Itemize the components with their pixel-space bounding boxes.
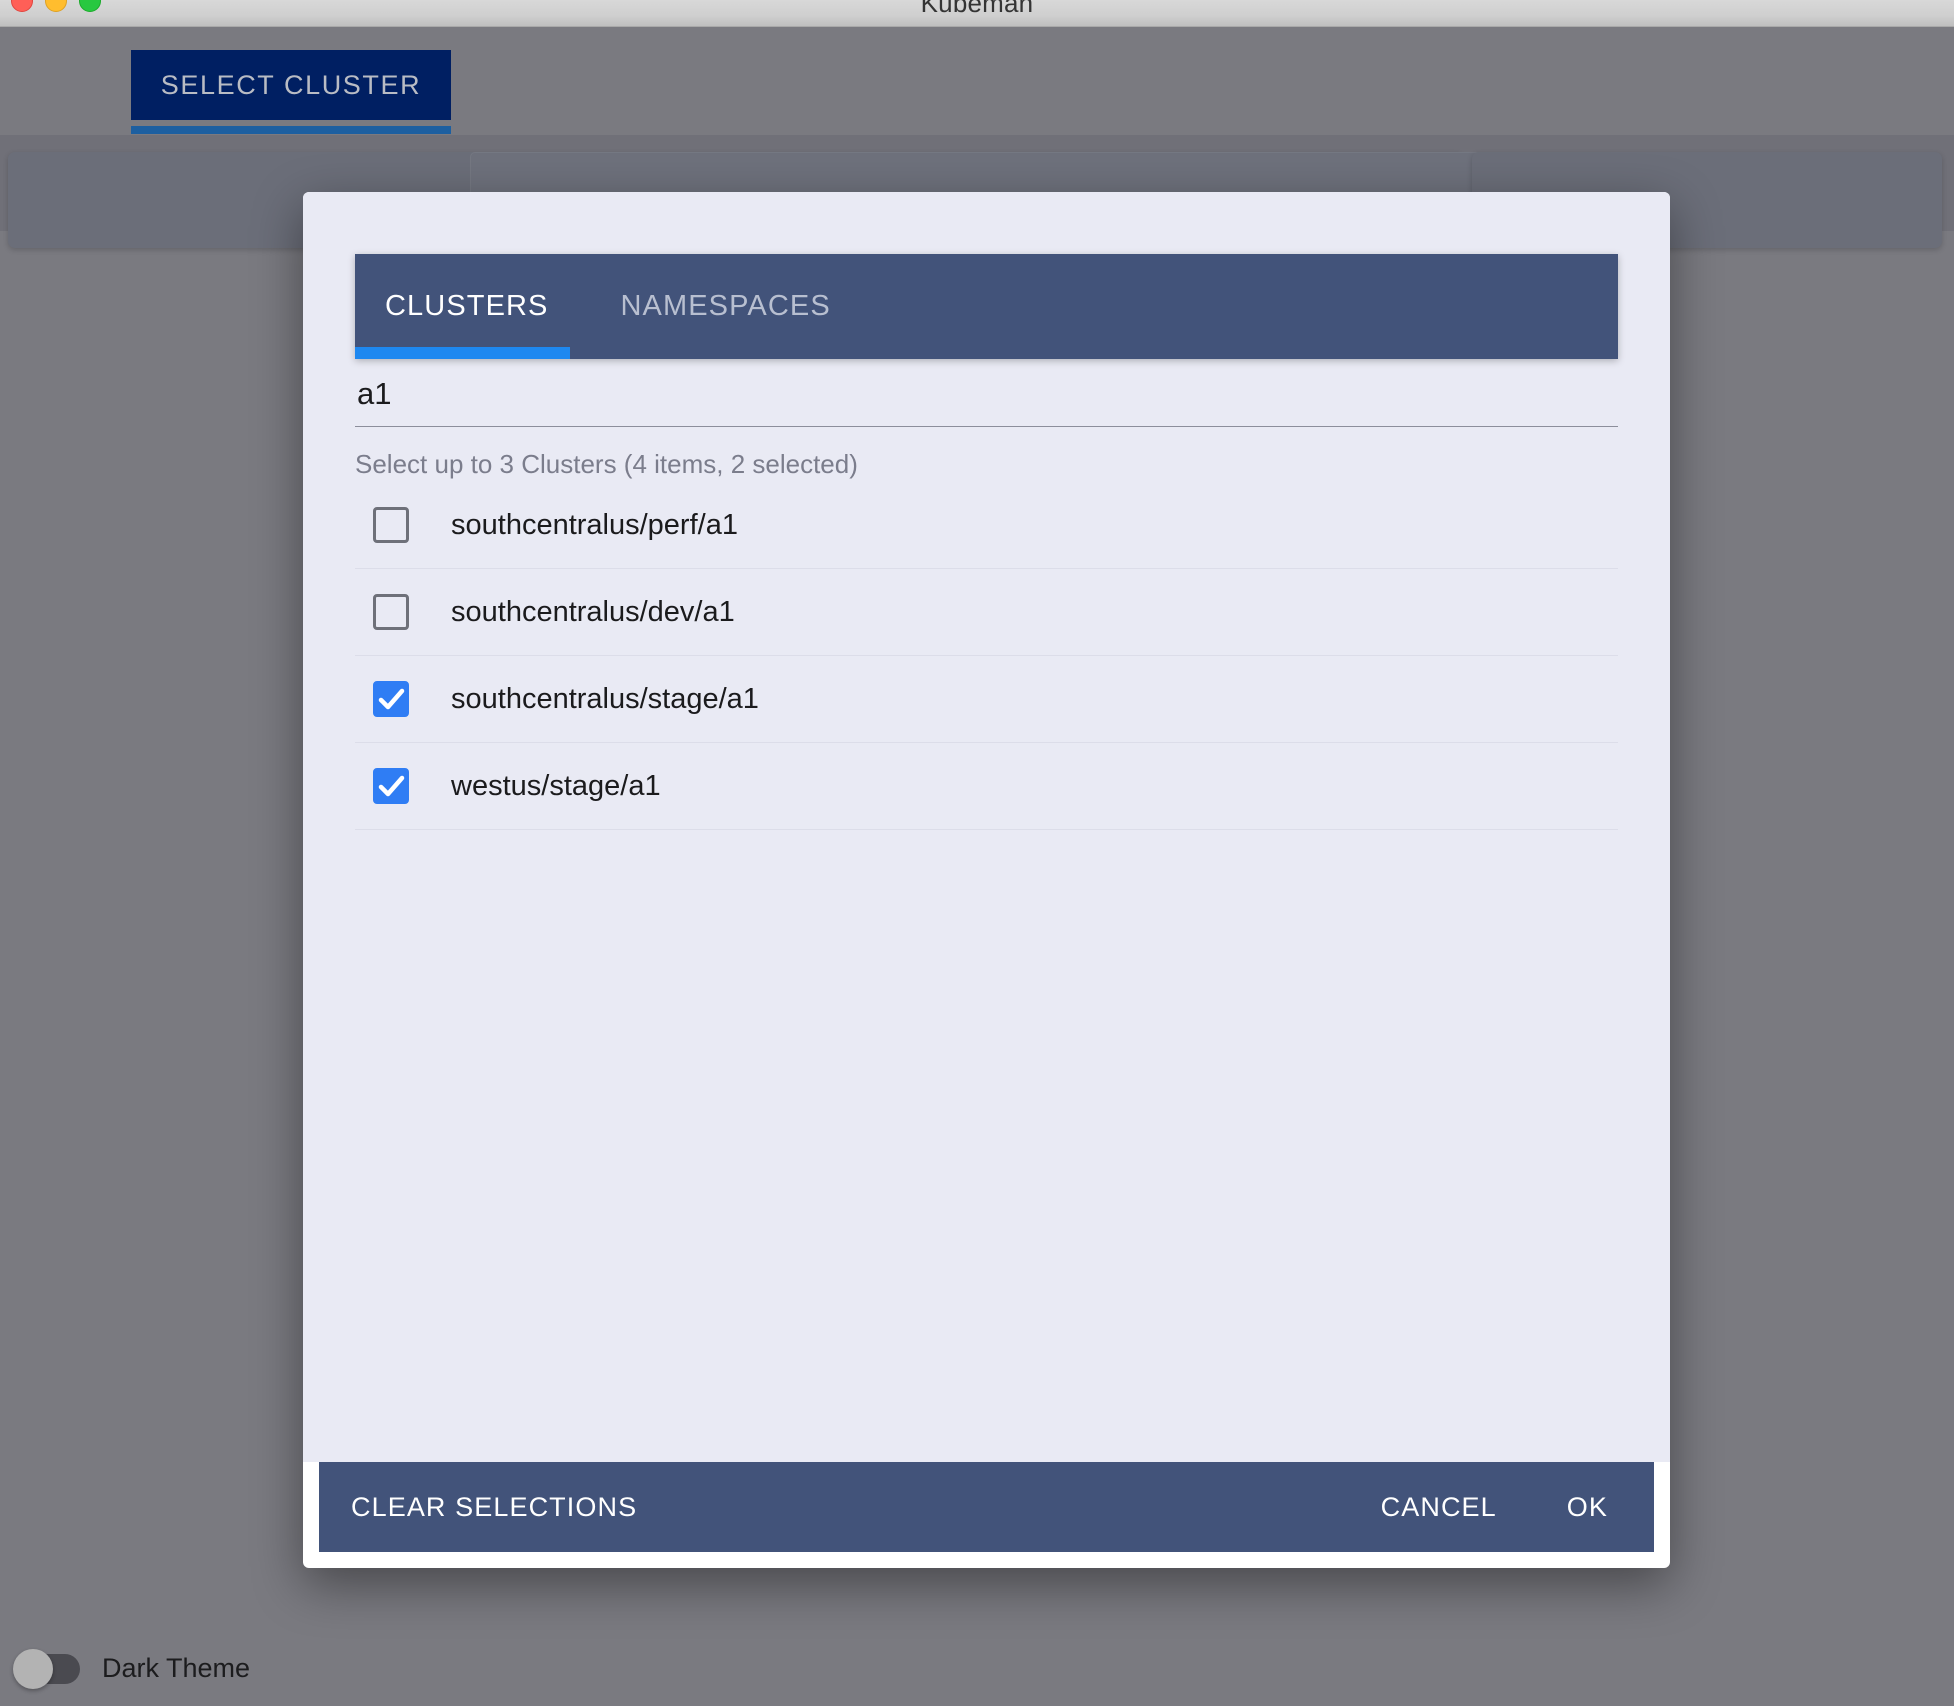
cancel-button[interactable]: CANCEL	[1381, 1492, 1497, 1523]
app-root: Kubeman SELECT CLUSTER Dark Theme CLUSTE…	[0, 0, 1954, 1706]
list-item-label: westus/stage/a1	[451, 769, 661, 802]
list-item-label: southcentralus/dev/a1	[451, 595, 735, 628]
cluster-selection-dialog: CLUSTERS NAMESPACES Select up to 3 Clust…	[303, 192, 1670, 1568]
cluster-list: southcentralus/perf/a1 southcentralus/de…	[355, 482, 1618, 830]
dark-theme-control[interactable]: Dark Theme	[13, 1648, 251, 1689]
window-titlebar: Kubeman	[0, 0, 1954, 27]
dark-theme-toggle[interactable]	[13, 1648, 80, 1689]
list-item[interactable]: southcentralus/dev/a1	[355, 569, 1618, 656]
search-input[interactable]	[355, 370, 1618, 427]
list-item-label: southcentralus/perf/a1	[451, 508, 738, 541]
tab-namespaces[interactable]: NAMESPACES	[621, 254, 831, 359]
list-item[interactable]: southcentralus/stage/a1	[355, 656, 1618, 743]
list-item[interactable]: southcentralus/perf/a1	[355, 482, 1618, 569]
checkbox-unchecked-icon[interactable]	[373, 594, 409, 630]
list-item[interactable]: westus/stage/a1	[355, 743, 1618, 830]
dialog-content: CLUSTERS NAMESPACES Select up to 3 Clust…	[303, 192, 1670, 1462]
checkbox-checked-icon[interactable]	[373, 768, 409, 804]
tab-clusters[interactable]: CLUSTERS	[385, 254, 549, 359]
dialog-footer: CLEAR SELECTIONS CANCEL OK	[319, 1462, 1654, 1552]
search-field-wrapper	[355, 370, 1618, 427]
clear-selections-button[interactable]: CLEAR SELECTIONS	[351, 1492, 637, 1523]
checkbox-checked-icon[interactable]	[373, 681, 409, 717]
toggle-knob	[13, 1648, 53, 1689]
window-title: Kubeman	[920, 0, 1034, 18]
select-cluster-button[interactable]: SELECT CLUSTER	[131, 50, 451, 120]
list-item-label: southcentralus/stage/a1	[451, 682, 759, 715]
dialog-tabbar: CLUSTERS NAMESPACES	[355, 254, 1618, 359]
ok-button[interactable]: OK	[1567, 1492, 1608, 1523]
active-tab-indicator	[355, 347, 570, 359]
checkbox-unchecked-icon[interactable]	[373, 507, 409, 543]
dark-theme-label: Dark Theme	[102, 1653, 251, 1683]
select-cluster-active-underline	[131, 126, 451, 134]
selection-helper-text: Select up to 3 Clusters (4 items, 2 sele…	[355, 449, 858, 479]
